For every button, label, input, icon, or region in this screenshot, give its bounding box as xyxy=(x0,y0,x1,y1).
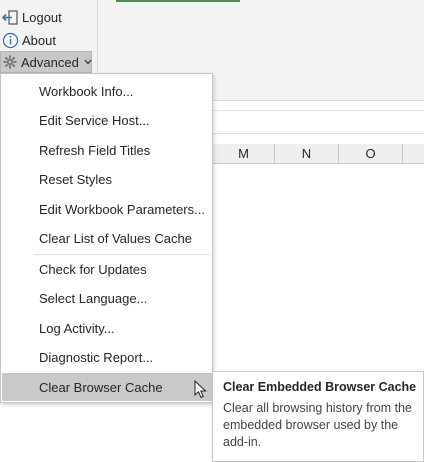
chevron-down-icon xyxy=(84,57,92,68)
ribbon-accent-line xyxy=(116,0,240,2)
menu-item-select-language[interactable]: Select Language... xyxy=(2,284,212,312)
menu-item-check-for-updates[interactable]: Check for Updates xyxy=(2,255,212,283)
tooltip-body: Clear all browsing history from the embe… xyxy=(223,401,412,449)
menu-item-edit-workbook-parameters[interactable]: Edit Workbook Parameters... xyxy=(2,195,212,223)
tooltip-title: Clear Embedded Browser Cache xyxy=(223,380,417,394)
advanced-menu: Workbook Info... Edit Service Host... Re… xyxy=(0,73,213,403)
advanced-label: Advanced xyxy=(21,54,79,70)
menu-item-workbook-info[interactable]: Workbook Info... xyxy=(2,77,212,105)
formula-bar[interactable] xyxy=(213,110,424,134)
menu-item-diagnostic-report[interactable]: Diagnostic Report... xyxy=(2,343,212,371)
menu-item-reset-styles[interactable]: Reset Styles xyxy=(2,165,212,193)
mouse-pointer-icon xyxy=(194,379,208,400)
tooltip: Clear Embedded Browser Cache Clear all b… xyxy=(212,371,424,462)
about-button[interactable]: About xyxy=(2,30,56,50)
menu-item-edit-service-host[interactable]: Edit Service Host... xyxy=(2,106,212,134)
column-header-m[interactable]: M xyxy=(213,144,275,164)
gear-icon xyxy=(3,54,17,70)
menu-item-clear-browser-cache[interactable]: Clear Browser Cache xyxy=(2,373,212,401)
advanced-dropdown-button[interactable]: Advanced xyxy=(0,51,92,73)
menu-item-log-activity[interactable]: Log Activity... xyxy=(2,314,212,342)
menu-item-clear-lov-cache[interactable]: Clear List of Values Cache xyxy=(2,224,212,252)
logout-button[interactable]: Logout xyxy=(2,7,62,27)
menu-item-refresh-field-titles[interactable]: Refresh Field Titles xyxy=(2,136,212,164)
info-icon xyxy=(2,32,19,49)
column-header-n[interactable]: N xyxy=(275,144,339,164)
logout-label: Logout xyxy=(22,9,62,25)
logout-icon xyxy=(2,9,19,26)
about-label: About xyxy=(22,32,56,48)
column-header-o[interactable]: O xyxy=(339,144,403,164)
column-headers: M N O xyxy=(213,144,424,164)
